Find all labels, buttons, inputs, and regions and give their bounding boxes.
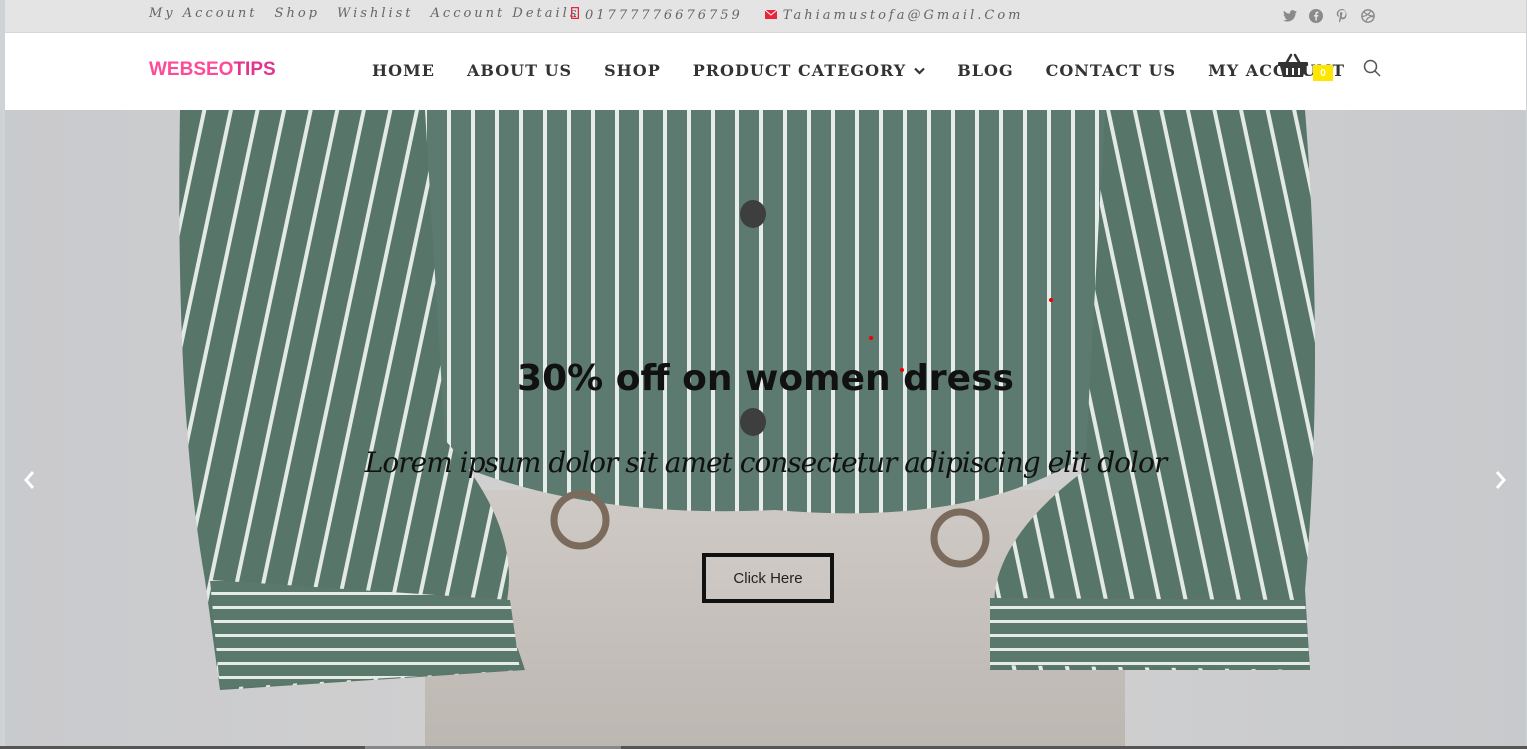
slider-next-button[interactable]	[1489, 467, 1513, 497]
site-header: WEBSEOTIPS HOME ABOUT US SHOP PRODUCT CA…	[5, 33, 1526, 110]
nav-item-home[interactable]: HOME	[372, 61, 435, 80]
envelope-icon	[764, 6, 778, 24]
pinterest-icon[interactable]	[1334, 8, 1350, 24]
nav-item-label: SHOP	[604, 61, 661, 80]
chevron-left-icon	[22, 469, 36, 496]
main-nav: HOME ABOUT US SHOP PRODUCT CATEGORY BLOG…	[372, 61, 1377, 80]
search-icon	[1363, 59, 1381, 81]
nav-item-label: BLOG	[957, 61, 1014, 80]
nav-item-product-category[interactable]: PRODUCT CATEGORY	[693, 61, 926, 80]
decorative-dot	[900, 368, 904, 372]
facebook-icon[interactable]	[1308, 8, 1324, 24]
chevron-down-icon	[914, 67, 926, 75]
hero-cta-button[interactable]: Click Here	[702, 553, 834, 603]
logo-text-part1: WEBSEO	[149, 59, 234, 80]
mobile-phone-icon	[570, 6, 580, 24]
cart-button[interactable]: 0	[1277, 53, 1333, 84]
contact-phone: 01777776676759	[585, 7, 743, 23]
top-links: My Account Shop Wishlist Account Details	[149, 6, 580, 21]
logo-text-part2: TIPS	[233, 59, 276, 80]
nav-item-label: PRODUCT CATEGORY	[692, 61, 907, 80]
social-links	[1282, 8, 1376, 24]
top-link-shop[interactable]: Shop	[275, 6, 320, 21]
browser-viewport: My Account Shop Wishlist Account Details…	[5, 0, 1526, 749]
twitter-icon[interactable]	[1282, 8, 1298, 24]
nav-item-contact-us[interactable]: CONTACT US	[1046, 61, 1176, 80]
top-link-account-details[interactable]: Account Details	[431, 6, 580, 21]
search-button[interactable]	[1363, 59, 1381, 82]
hero-slider: 30% off on women dress Lorem ipsum dolor…	[5, 110, 1526, 746]
top-link-wishlist[interactable]: Wishlist	[337, 6, 414, 21]
site-logo[interactable]: WEBSEOTIPS	[149, 59, 276, 81]
hero-title: 30% off on women dress	[517, 358, 1014, 399]
nav-item-blog[interactable]: BLOG	[957, 61, 1013, 80]
slider-prev-button[interactable]	[17, 467, 41, 497]
contact-email: Tahiamustofa@Gmail.Com	[782, 7, 1024, 23]
contact-info: 01777776676759 Tahiamustofa@Gmail.Com	[570, 6, 1024, 24]
top-link-my-account[interactable]: My Account	[149, 6, 258, 21]
nav-item-about-us[interactable]: ABOUT US	[467, 61, 572, 80]
nav-item-shop[interactable]: SHOP	[604, 61, 661, 80]
top-bar: My Account Shop Wishlist Account Details…	[5, 0, 1526, 33]
cart-count-badge: 0	[1313, 65, 1333, 81]
nav-item-label: HOME	[372, 61, 435, 80]
chevron-right-icon	[1494, 469, 1508, 496]
decorative-dot	[869, 336, 873, 340]
decorative-dot	[1049, 298, 1053, 302]
hero-background-image	[5, 110, 1526, 746]
dribbble-icon[interactable]	[1360, 8, 1376, 24]
hero-subtitle: Lorem ipsum dolor sit amet consectetur a…	[364, 446, 1167, 479]
shopping-basket-icon	[1277, 53, 1309, 83]
nav-item-label: CONTACT US	[1045, 61, 1177, 80]
nav-item-label: ABOUT US	[466, 61, 573, 80]
